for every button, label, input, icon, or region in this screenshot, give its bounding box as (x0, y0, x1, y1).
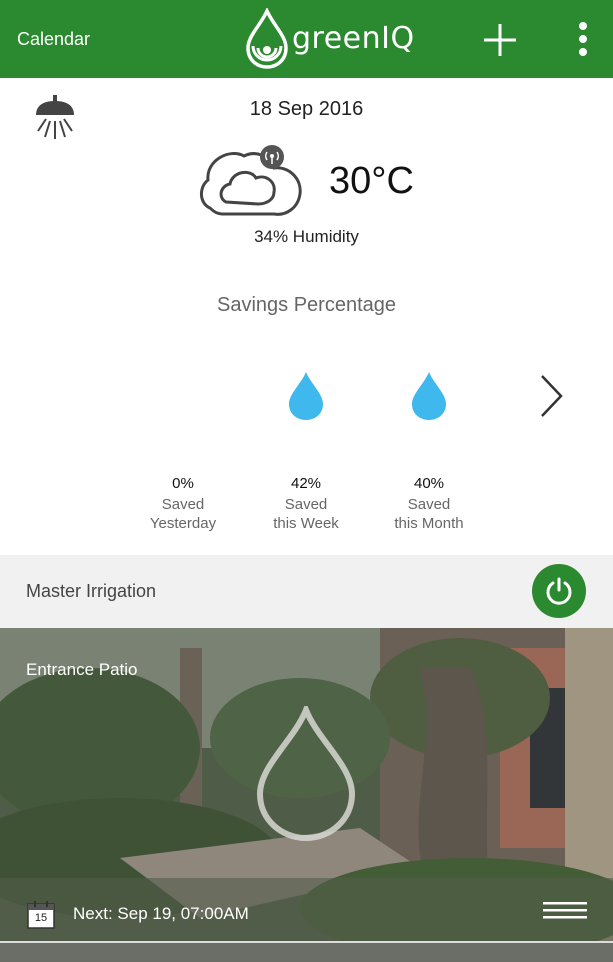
plus-icon (484, 24, 516, 56)
next-savings-button[interactable] (533, 372, 569, 420)
zone-menu-button[interactable] (543, 900, 587, 922)
calendar-link[interactable]: Calendar (17, 29, 90, 50)
savings-yesterday-label-line2: Yesterday (149, 515, 217, 532)
hamburger-icon (543, 902, 587, 919)
savings-yesterday: 0% Saved Yesterday (118, 475, 248, 533)
savings-week-label-line1: Saved (284, 496, 328, 513)
master-irrigation-label: Master Irrigation (26, 581, 157, 601)
zone-name: Entrance Patio (26, 660, 138, 679)
next-zone-card-peek[interactable] (0, 941, 613, 962)
calendar-icon: 15 (26, 900, 56, 930)
savings-week-drop-icon (289, 372, 323, 420)
master-irrigation-row: Master Irrigation (0, 555, 613, 628)
savings-week-percent: 42% (290, 475, 322, 492)
water-drop-logo-icon (246, 8, 288, 69)
water-drop-icon (256, 701, 356, 842)
next-irrigation: Next: Sep 19, 07:00AM (73, 904, 249, 923)
zone-card[interactable]: Entrance Patio 15 Next: Sep 19, 07:00AM (0, 628, 613, 941)
savings-month-label-line1: Saved (407, 496, 451, 513)
cloud-icon (200, 152, 302, 216)
savings-month: 40% Saved this Month (364, 475, 494, 533)
app-logo: greenIQ (243, 8, 414, 70)
temperature: 30°C (329, 160, 414, 202)
calendar-day: 15 (34, 912, 48, 924)
master-irrigation-power-button[interactable] (532, 564, 586, 618)
power-icon (546, 577, 572, 605)
humidity: 34% Humidity (254, 227, 359, 246)
current-date: 18 Sep 2016 (249, 98, 364, 120)
weather-station-icon (260, 145, 284, 169)
chevron-right-icon (541, 375, 563, 417)
savings-week: 42% Saved this Week (241, 475, 371, 533)
manual-water-button[interactable] (254, 701, 358, 842)
savings-month-label-line2: this Month (394, 515, 464, 532)
app-name: greenIQ (292, 21, 415, 56)
app-bar: Calendar greenIQ (0, 0, 613, 78)
weather-icon-group (196, 142, 308, 220)
more-vert-icon (579, 22, 587, 56)
add-button[interactable] (480, 20, 520, 60)
more-options-button[interactable] (570, 20, 596, 60)
savings-month-drop-icon (412, 372, 446, 420)
savings-month-percent: 40% (413, 475, 445, 492)
savings-title: Savings Percentage (216, 294, 396, 316)
savings-yesterday-percent: 0% (172, 475, 194, 492)
savings-week-label-line2: this Week (273, 515, 339, 532)
savings-yesterday-label-line1: Saved (161, 496, 205, 513)
